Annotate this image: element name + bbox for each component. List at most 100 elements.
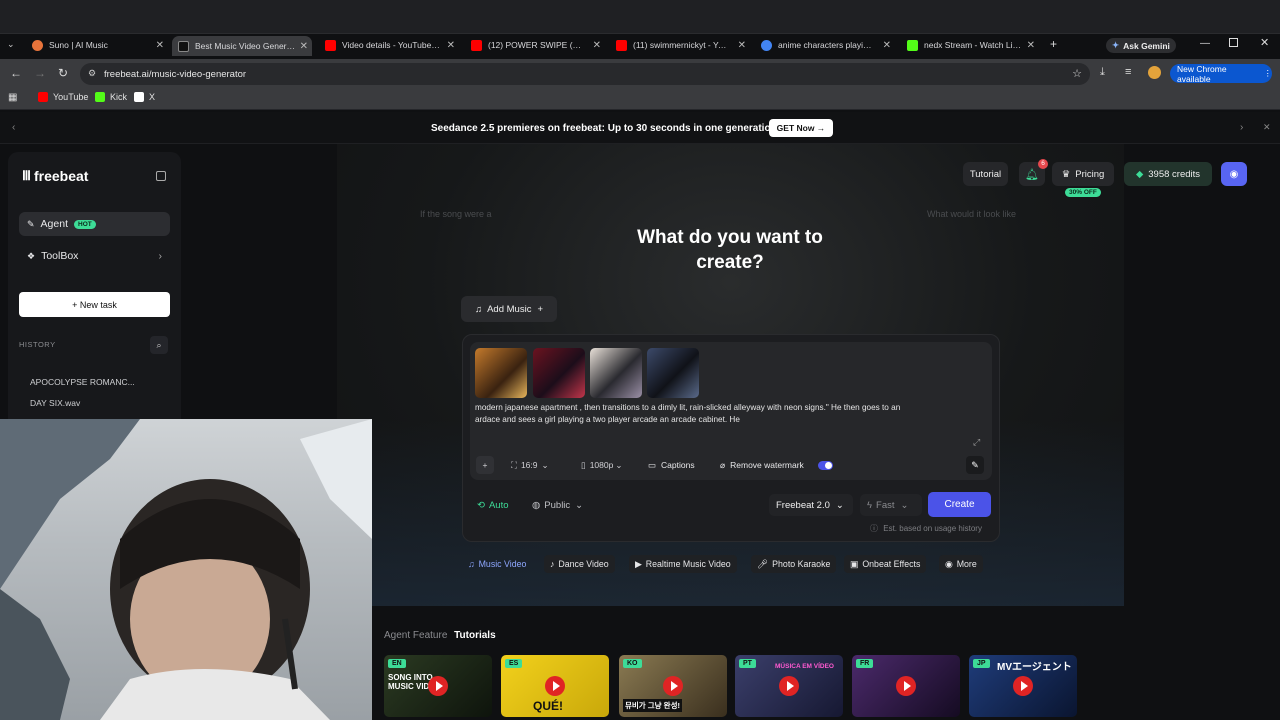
bolt-icon: ϟ bbox=[867, 499, 873, 511]
bookmark-star-icon[interactable]: ☆ bbox=[1072, 67, 1082, 80]
edit-pen-icon[interactable]: ✎ bbox=[966, 456, 984, 474]
category-photo-karaoke[interactable]: 🎤︎ Photo Karaoke bbox=[751, 555, 837, 573]
tab-anime-search[interactable]: anime characters playing ar ✕ bbox=[761, 35, 891, 55]
get-now-button[interactable]: GET Now → bbox=[769, 119, 833, 137]
reference-image[interactable] bbox=[590, 348, 642, 398]
banner-prev-icon[interactable]: ‹ bbox=[12, 122, 15, 133]
ask-gemini-button[interactable]: ✦ Ask Gemini bbox=[1106, 38, 1176, 53]
banner-close-icon[interactable]: ✕ bbox=[1263, 122, 1271, 133]
remove-watermark-label: Remove watermark bbox=[730, 460, 804, 470]
tutorial-video[interactable]: ES QUÉ! bbox=[501, 655, 609, 717]
close-icon[interactable]: ✕ bbox=[156, 40, 164, 51]
credits-display[interactable]: ◆ 3958 credits bbox=[1124, 162, 1212, 186]
reference-image[interactable] bbox=[475, 348, 527, 398]
category-dance-video[interactable]: ♪ Dance Video bbox=[544, 555, 615, 573]
new-task-button[interactable]: + New task bbox=[19, 292, 170, 317]
google-favicon-icon bbox=[761, 39, 772, 51]
category-label: Realtime Music Video bbox=[645, 559, 731, 569]
auto-label: Auto bbox=[488, 499, 509, 511]
bookmark-x[interactable]: X bbox=[134, 92, 155, 102]
history-search-icon[interactable]: ⌕ bbox=[150, 336, 168, 354]
tab-freebeat[interactable]: Best Music Video Generator ✕ bbox=[172, 36, 312, 56]
reference-image[interactable] bbox=[647, 348, 699, 398]
banner-next-icon[interactable]: › bbox=[1240, 122, 1243, 133]
pricing-label: Pricing bbox=[1075, 168, 1105, 180]
close-icon[interactable]: ✕ bbox=[1027, 40, 1035, 51]
tab-swimmernickyt[interactable]: (11) swimmernickyt - YouTu ✕ bbox=[616, 35, 746, 55]
tutorial-video[interactable]: EN SONG INTO MUSIC VID bbox=[384, 655, 492, 717]
toggle-switch[interactable] bbox=[817, 460, 833, 470]
remove-watermark-toggle[interactable]: ⌀ Remove watermark bbox=[715, 456, 855, 474]
tutorial-button[interactable]: Tutorial bbox=[963, 162, 1008, 186]
freebeat-logo[interactable]: Ⅲ freebeat bbox=[22, 168, 88, 184]
prompt-textarea[interactable]: modern japanese apartment , then transit… bbox=[475, 402, 975, 438]
category-more[interactable]: ◉ More bbox=[939, 555, 983, 573]
pricing-button[interactable]: ♛ Pricing bbox=[1052, 162, 1114, 186]
credits-gem-icon: ◆ bbox=[1135, 168, 1144, 180]
chevron-down-icon: ⌄ bbox=[541, 459, 549, 470]
category-music-video[interactable]: ♫ Music Video bbox=[462, 555, 532, 573]
captions-button[interactable]: ▭ Captions bbox=[643, 456, 707, 474]
visibility-select[interactable]: ◍ Public ⌄ bbox=[527, 494, 591, 516]
sidebar-item-toolbox[interactable]: ❖ ToolBox › bbox=[19, 244, 170, 268]
music-video-icon: ♫ bbox=[468, 559, 475, 569]
reference-image[interactable] bbox=[533, 348, 585, 398]
minimize-icon[interactable]: — bbox=[1200, 38, 1210, 49]
sidebar-toggle-icon[interactable] bbox=[156, 171, 166, 181]
forward-icon[interactable]: → bbox=[34, 66, 46, 80]
webcam-overlay bbox=[0, 419, 372, 720]
tutorial-video[interactable]: JP MVエージェント bbox=[969, 655, 1077, 717]
sidebar-item-label: ToolBox bbox=[41, 250, 79, 262]
address-bar[interactable]: ⚙ freebeat.ai/music-video-generator ☆ bbox=[80, 63, 1090, 85]
close-icon[interactable]: ✕ bbox=[883, 40, 891, 51]
estimate-text: Est. based on usage history bbox=[883, 524, 982, 533]
back-icon[interactable]: ← bbox=[10, 66, 22, 80]
video-caption: MÚSICA EM VÍDEO bbox=[775, 663, 834, 670]
model-select[interactable]: Freebeat 2.0 ⌄ bbox=[769, 494, 853, 516]
resolution-select[interactable]: ▯ 1080p ⌄ bbox=[576, 456, 634, 474]
create-button[interactable]: Create bbox=[928, 492, 991, 517]
apps-grid-icon[interactable]: ▦ bbox=[8, 92, 17, 103]
bookmark-kick[interactable]: Kick bbox=[95, 92, 127, 102]
tab-youtube-studio[interactable]: Video details - YouTube Stu ✕ bbox=[325, 35, 455, 55]
new-tab-button[interactable]: + bbox=[1050, 37, 1057, 51]
add-music-button[interactable]: ♫ Add Music + bbox=[461, 296, 557, 322]
close-icon[interactable]: ✕ bbox=[738, 40, 746, 51]
category-realtime-music-video[interactable]: ▶ Realtime Music Video bbox=[629, 555, 737, 573]
maximize-icon[interactable] bbox=[1229, 38, 1238, 47]
expand-icon[interactable]: ⤢ bbox=[973, 437, 980, 448]
sidebar-item-label: Agent bbox=[40, 218, 68, 230]
auto-mode-button[interactable]: ⟲ Auto bbox=[472, 494, 518, 516]
history-item[interactable]: APOCOLYPSE ROMANC... bbox=[30, 377, 135, 387]
aspect-ratio-icon: ⛶ bbox=[511, 459, 517, 470]
gemini-icon: ✦ bbox=[1112, 40, 1120, 50]
close-icon[interactable]: ✕ bbox=[447, 40, 455, 51]
bookmark-youtube[interactable]: YouTube bbox=[38, 92, 88, 102]
add-attachment-button[interactable]: + bbox=[476, 456, 494, 474]
tab-kick-stream[interactable]: nedx Stream - Watch Live o ✕ bbox=[907, 35, 1035, 55]
close-icon[interactable]: ✕ bbox=[593, 40, 601, 51]
play-icon bbox=[663, 676, 683, 696]
profile-avatar[interactable] bbox=[1148, 66, 1161, 79]
window-close-icon[interactable]: ✕ bbox=[1260, 36, 1269, 49]
tutorial-video[interactable]: PT MÚSICA EM VÍDEO bbox=[735, 655, 843, 717]
discord-icon[interactable]: ◉ bbox=[1221, 162, 1247, 186]
tab-power-swipe[interactable]: (12) POWER SWIPE (VERS... ✕ bbox=[471, 35, 601, 55]
category-onbeat-effects[interactable]: ▣ Onbeat Effects bbox=[844, 555, 927, 573]
bookmark-label: YouTube bbox=[53, 92, 89, 102]
close-icon[interactable]: ✕ bbox=[300, 41, 308, 52]
speed-select[interactable]: ϟ Fast ⌄ bbox=[860, 494, 922, 516]
aspect-ratio-select[interactable]: ⛶ 16:9 ⌄ bbox=[506, 456, 558, 474]
tutorial-video[interactable]: KO 뮤비가 그냥 완성! bbox=[619, 655, 727, 717]
history-item[interactable]: DAY SIX.wav bbox=[30, 398, 80, 408]
media-icon[interactable]: ≡ bbox=[1125, 66, 1131, 78]
reload-icon[interactable]: ↻ bbox=[58, 66, 68, 80]
sidebar-item-agent[interactable]: ✎ Agent HOT bbox=[19, 212, 170, 236]
tab-search-button[interactable]: ⌄ bbox=[7, 39, 21, 53]
site-info-icon[interactable]: ⚙ bbox=[88, 68, 96, 79]
chevron-right-icon: › bbox=[158, 250, 163, 262]
tutorial-video[interactable]: FR bbox=[852, 655, 960, 717]
tab-suno[interactable]: Suno | AI Music ✕ bbox=[32, 35, 164, 55]
download-icon[interactable]: ⤓ bbox=[1100, 66, 1105, 79]
new-chrome-button[interactable]: New Chrome available ⋮ bbox=[1170, 64, 1272, 84]
